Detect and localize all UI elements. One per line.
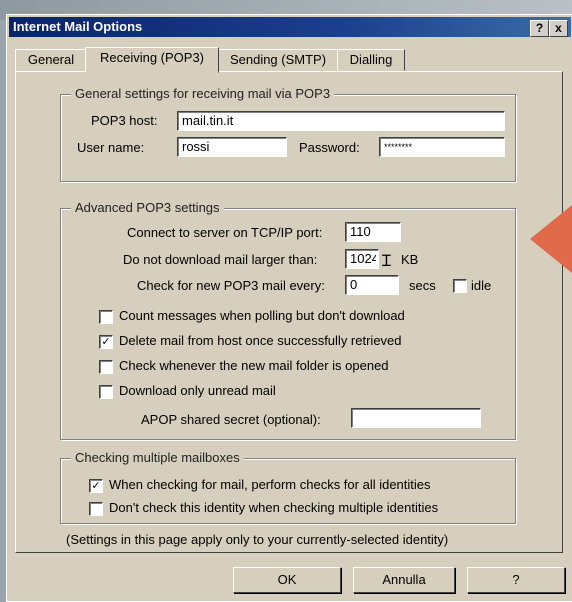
tab-receiving-pop3[interactable]: Receiving (POP3) [85, 47, 219, 73]
pop3-host-label: POP3 host: [91, 113, 158, 128]
username-input[interactable] [177, 137, 287, 157]
tab-general[interactable]: General [15, 49, 87, 71]
delete-mail-checkbox[interactable]: ✓ [99, 335, 113, 349]
check-new-folder-checkbox[interactable] [99, 360, 113, 374]
delete-mail-label: Delete mail from host once successfully … [119, 333, 402, 348]
advanced-pop3-group: Advanced POP3 settings Connect to server… [60, 200, 516, 440]
close-button[interactable]: x [549, 20, 568, 37]
tab-sending-smtp[interactable]: Sending (SMTP) [218, 49, 338, 71]
dont-check-identity-checkbox[interactable] [89, 502, 103, 516]
download-unread-label: Download only unread mail [119, 383, 276, 398]
footer-note: (Settings in this page apply only to you… [66, 532, 449, 547]
callout-arrow-icon [530, 205, 572, 273]
ok-button[interactable]: OK [233, 567, 341, 593]
title-bar: Internet Mail Options ? x [9, 17, 571, 37]
port-label: Connect to server on TCP/IP port: [127, 225, 323, 240]
internet-mail-options-dialog: Internet Mail Options ? x General Receiv… [6, 14, 572, 602]
general-settings-group: General settings for receiving mail via … [60, 86, 516, 182]
dont-check-identity-label: Don't check this identity when checking … [109, 500, 439, 515]
count-messages-label: Count messages when polling but don't do… [119, 308, 405, 323]
apop-secret-input[interactable] [351, 408, 481, 428]
window-title: Internet Mail Options [13, 19, 143, 34]
pop3-host-input[interactable] [177, 111, 505, 131]
multiple-mailboxes-group: Checking multiple mailboxes ✓ When check… [60, 450, 516, 524]
tab-dialling[interactable]: Dialling [337, 49, 405, 71]
general-settings-legend: General settings for receiving mail via … [71, 86, 335, 101]
check-every-input[interactable] [345, 275, 399, 295]
check-new-folder-label: Check whenever the new mail folder is op… [119, 358, 389, 373]
help-title-button[interactable]: ? [530, 20, 549, 37]
tab-panel-receiving: General settings for receiving mail via … [15, 71, 563, 553]
max-size-input[interactable] [345, 249, 379, 269]
idle-label: idle [471, 278, 492, 293]
port-input[interactable] [345, 222, 401, 242]
apop-secret-label: APOP shared secret (optional): [141, 412, 321, 427]
help-button[interactable]: ? [467, 567, 565, 593]
check-every-label: Check for new POP3 mail every: [137, 278, 325, 293]
idle-checkbox[interactable] [453, 279, 467, 293]
advanced-pop3-legend: Advanced POP3 settings [71, 200, 224, 215]
text-cursor-icon: Ɪ [382, 253, 391, 270]
download-unread-checkbox[interactable] [99, 385, 113, 399]
password-label: Password: [299, 140, 360, 155]
count-messages-checkbox[interactable] [99, 310, 113, 324]
check-all-identities-checkbox[interactable]: ✓ [89, 479, 103, 493]
check-every-unit: secs [409, 278, 436, 293]
multiple-mailboxes-legend: Checking multiple mailboxes [71, 450, 244, 465]
check-all-identities-label: When checking for mail, perform checks f… [109, 477, 431, 492]
password-input[interactable] [379, 137, 505, 157]
username-label: User name: [77, 140, 145, 155]
max-size-label: Do not download mail larger than: [123, 252, 318, 267]
cancel-button[interactable]: Annulla [353, 567, 455, 593]
max-size-unit: KB [401, 252, 419, 267]
